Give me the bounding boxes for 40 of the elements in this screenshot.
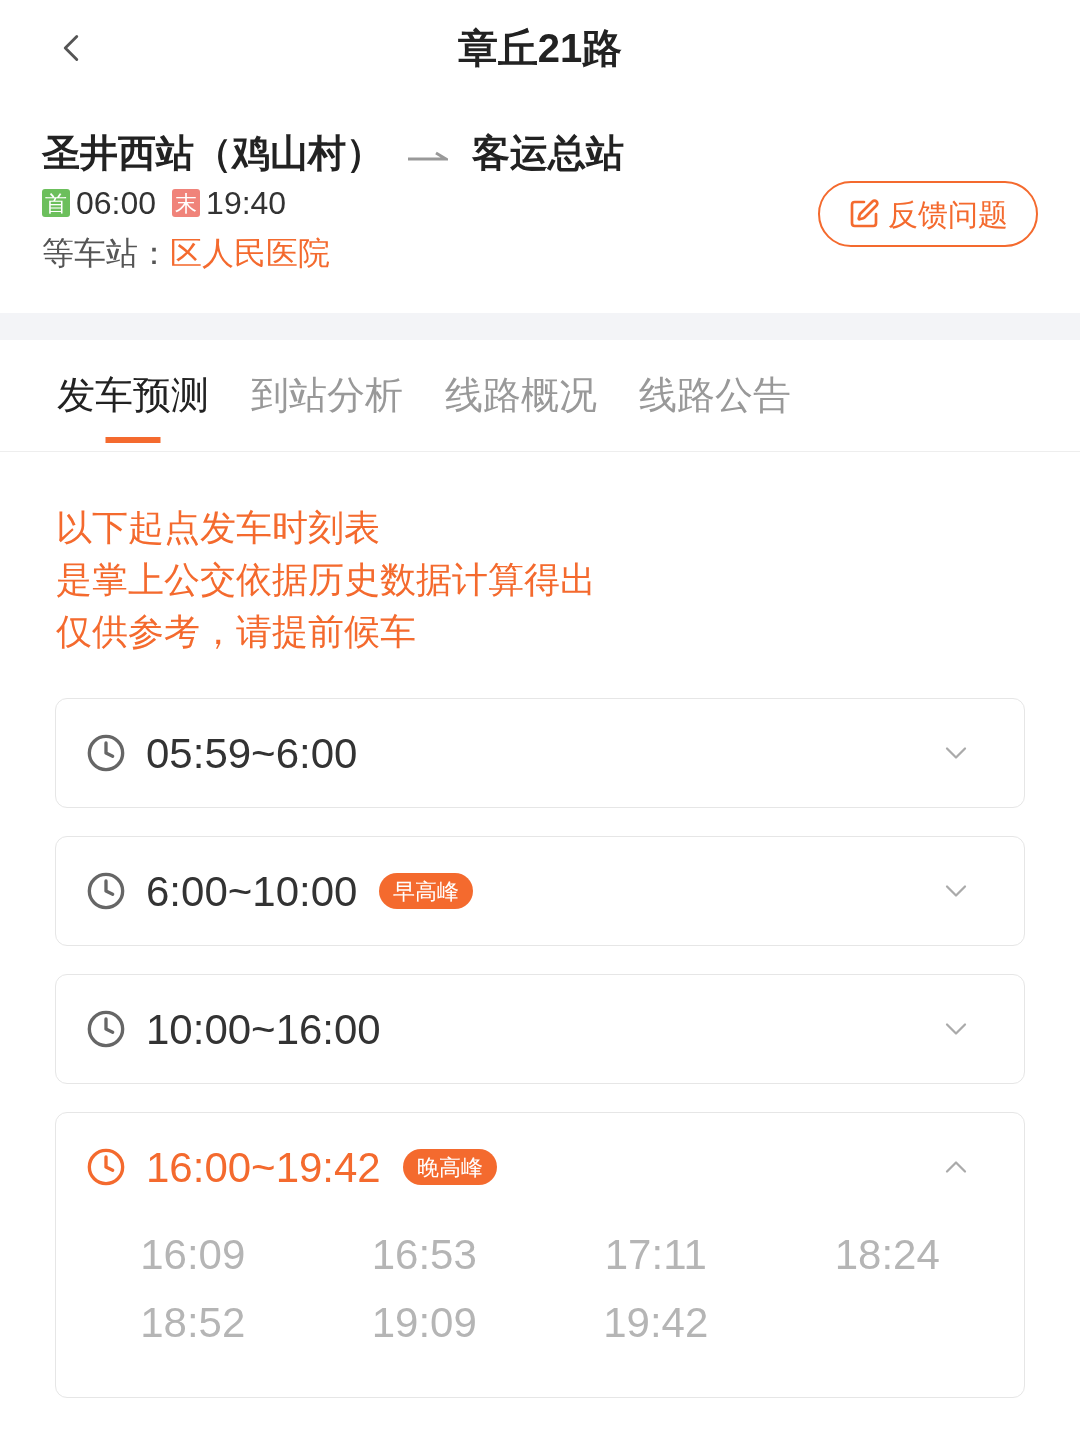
departure-time: 16:53 [370,1230,478,1280]
peak-badge: 早高峰 [379,873,474,909]
first-bus-time: 06:00 [76,184,157,223]
time-range: 05:59~6:00 [146,728,358,779]
notice-text: 以下起点发车时刻表 [56,506,381,550]
last-bus-badge: 末 [172,189,201,217]
clock-icon [86,871,126,911]
tab[interactable]: 线路公告 [618,340,812,451]
edit-icon [848,198,880,230]
tab[interactable]: 发车预测 [36,340,230,451]
departure-time: 18:52 [139,1298,247,1348]
waiting-stop-name[interactable]: 区人民医院 [170,229,330,277]
departure-time: 16:09 [139,1230,247,1280]
departure-time: 19:09 [370,1298,478,1348]
time-period-card[interactable]: 05:59~6:00 [55,698,1025,808]
time-range: 16:00~19:42 [146,1142,381,1193]
departure-time: 19:42 [602,1298,710,1348]
origin-station: 圣井西站（鸡山村） [42,130,384,176]
notice-text: 是掌上公交依据历史数据计算得出 [56,558,597,602]
peak-badge: 晚高峰 [402,1149,497,1185]
tab-indicator [105,437,161,443]
first-bus-badge: 首 [42,189,70,217]
departure-time: 17:11 [603,1230,708,1280]
tab[interactable]: 线路概况 [424,340,618,451]
time-period-card[interactable]: 6:00~10:00 早高峰 [55,836,1025,946]
clock-icon [86,1147,126,1187]
destination-station: 客运总站 [472,130,624,176]
time-range: 10:00~16:00 [146,1004,381,1055]
time-period-card[interactable]: 10:00~16:00 [55,974,1025,1084]
page-title: 章丘21路 [457,24,623,72]
waiting-stop-label: 等车站： [42,234,170,273]
time-period-card[interactable]: 16:00~19:42 晚高峰 16:09 16:53 17:11 18:24 18:52 19:09 19:42 [55,1112,1025,1398]
notice-text: 仅供参考，请提前候车 [56,610,417,654]
last-bus-time: 19:40 [206,184,287,223]
clock-icon [86,733,126,773]
clock-icon [86,1009,126,1049]
tab[interactable]: 到站分析 [230,340,424,451]
departure-time: 18:24 [833,1230,941,1280]
feedback-button[interactable]: 反馈问题 [818,181,1038,247]
time-range: 6:00~10:00 [146,866,358,917]
